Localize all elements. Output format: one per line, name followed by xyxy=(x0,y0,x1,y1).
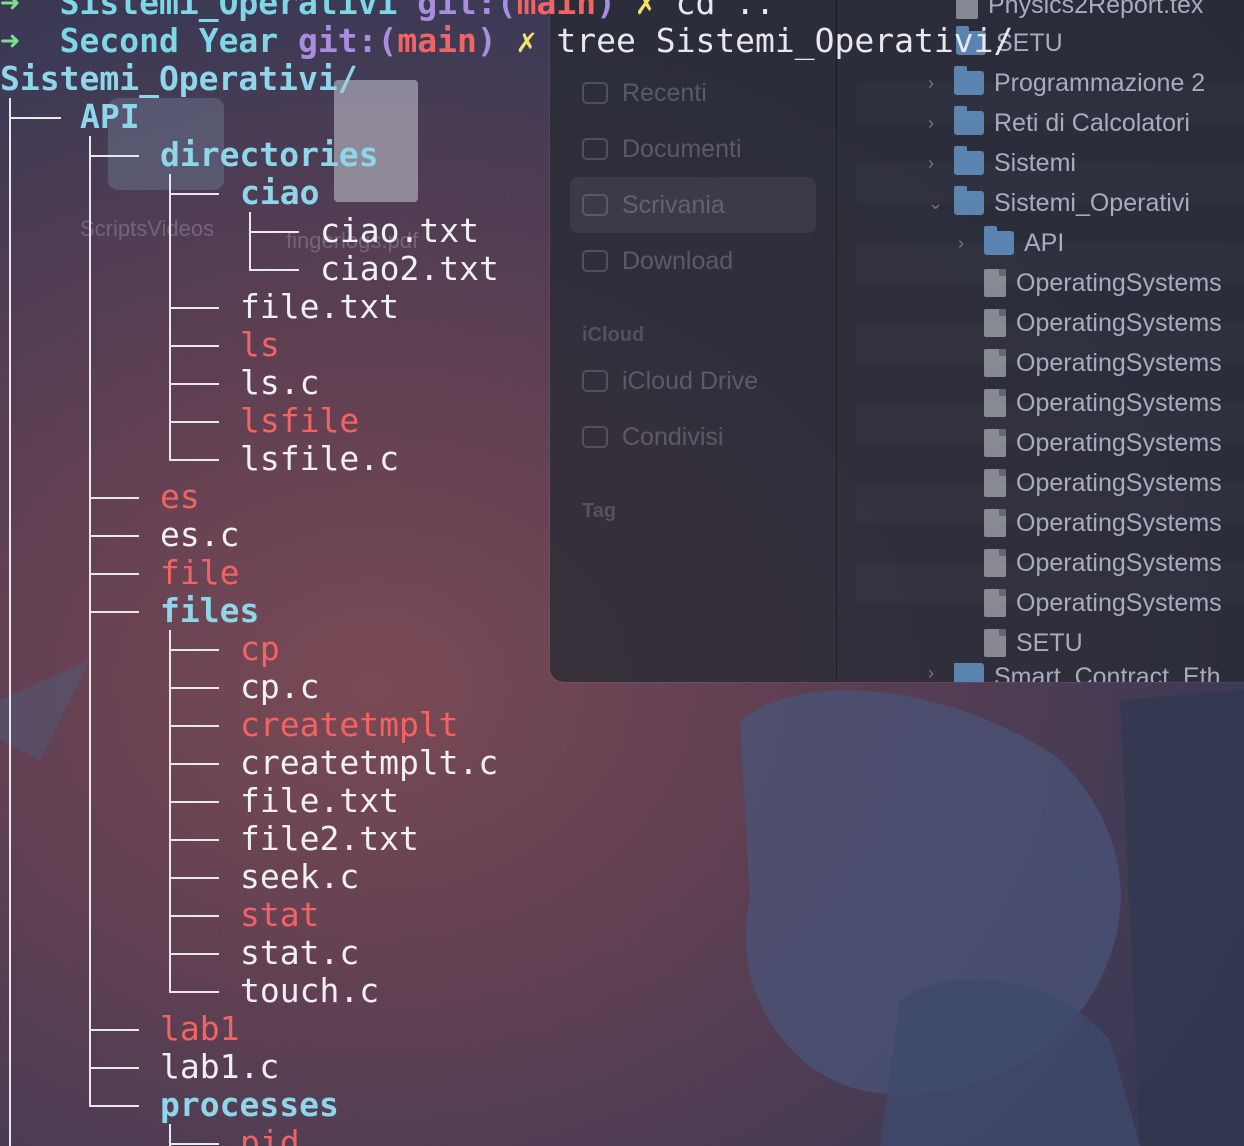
tree-entry-file: stat.c xyxy=(240,933,360,972)
tree-entry-file: seek.c xyxy=(240,857,360,896)
tree-entry-file: ls.c xyxy=(240,363,320,402)
tree-entry-executable: file xyxy=(160,553,240,592)
dirty-mark-icon: ✗ xyxy=(635,0,656,22)
tree-entry-file: lsfile.c xyxy=(240,439,399,478)
tree-entry-executable: es xyxy=(160,477,200,516)
tree-entry-executable: createtmplt xyxy=(240,705,459,744)
tree-entry-file: createtmplt.c xyxy=(240,743,499,782)
tree-entry-file: file.txt xyxy=(240,781,399,820)
tree-entry-file: es.c xyxy=(160,515,240,554)
tree-entry-executable: lsfile xyxy=(240,401,360,440)
prompt-arrow-icon: ➜ xyxy=(0,21,20,60)
tree-entry-file: lab1.c xyxy=(160,1047,280,1086)
tree-entry-dir: files xyxy=(160,591,260,630)
tree-entry-file: ciao.txt xyxy=(320,211,479,250)
tree-entry-dir: directories xyxy=(160,135,379,174)
prompt-line-current: ➜ Second Year git:(main) ✗ tree Sistemi_… xyxy=(0,21,1014,60)
tree-entry-executable: stat xyxy=(240,895,320,934)
prompt-line-previous: ➜ Sistemi_Operativi git:(main) ✗ cd .. xyxy=(0,0,775,22)
tree-entry-file: touch.c xyxy=(240,971,380,1010)
tree-entry-executable: cp xyxy=(240,629,280,668)
tree-entry-dir: processes xyxy=(160,1085,339,1124)
tree-entry-file: file2.txt xyxy=(240,819,419,858)
dirty-mark-icon: ✗ xyxy=(516,21,537,60)
tree-entry-dir: ciao xyxy=(240,173,320,212)
tree-entry-dir: API xyxy=(80,97,140,136)
tree-entry-file: cp.c xyxy=(240,667,320,706)
tree-entry-executable: pid xyxy=(240,1124,300,1146)
terminal: ➜ Sistemi_Operativi git:(main) ✗ cd .. ➜… xyxy=(0,0,1244,1146)
tree-root: Sistemi_Operativi/ xyxy=(0,59,358,98)
tree-entry-executable: ls xyxy=(240,325,280,364)
tree-entry-executable: lab1 xyxy=(160,1009,240,1048)
tree-entry-file: ciao2.txt xyxy=(320,249,499,288)
tree-entry-file: file.txt xyxy=(240,287,399,326)
prompt-arrow-icon: ➜ xyxy=(0,0,20,22)
